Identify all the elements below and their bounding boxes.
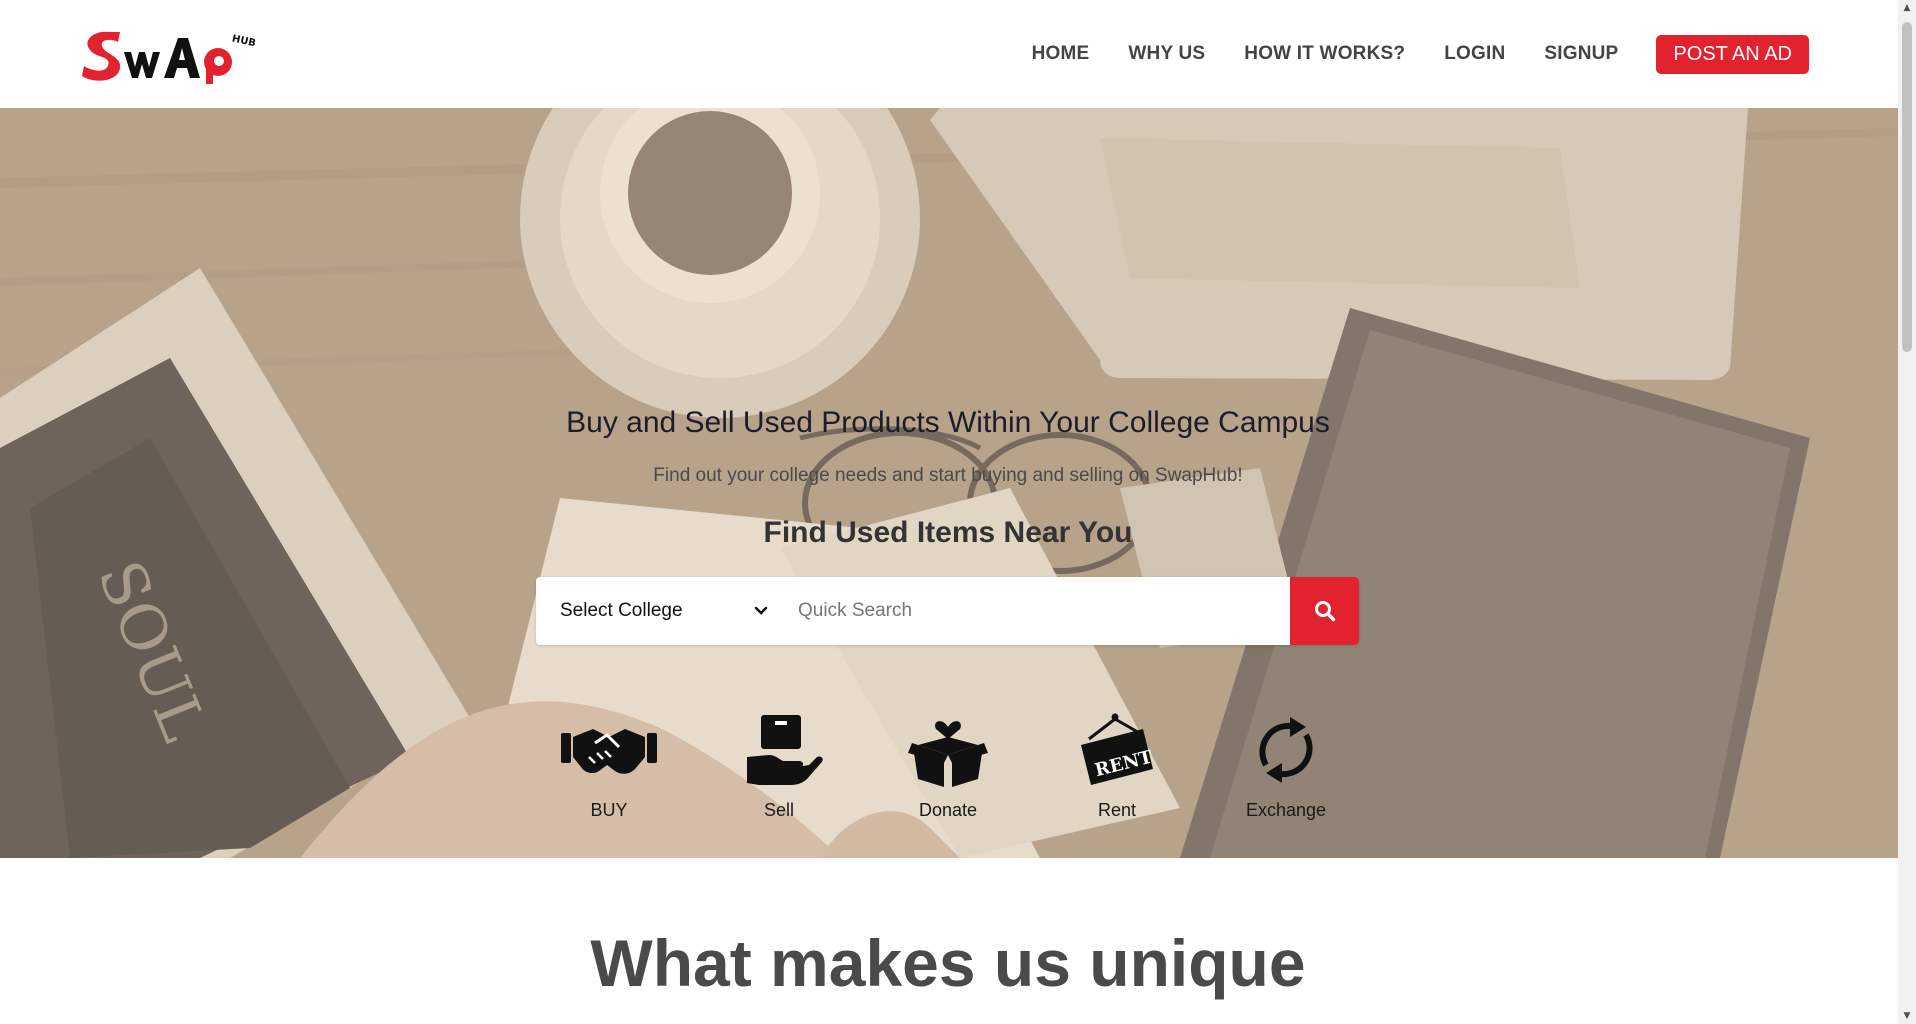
nav-how-it-works[interactable]: HOW IT WORKS? [1244, 43, 1405, 65]
exchange-arrows-icon [1259, 717, 1313, 783]
hero-title: Buy and Sell Used Products Within Your C… [566, 406, 1330, 439]
action-sell[interactable]: Sell [719, 713, 839, 821]
page-scrollbar[interactable]: ▲ ▼ [1898, 0, 1916, 1024]
action-rent-label: Rent [1097, 800, 1137, 820]
action-buy-label: BUY [590, 800, 628, 820]
scrollbar-thumb[interactable] [1902, 22, 1912, 352]
handshake-icon [561, 729, 657, 774]
college-select-value: Select College [560, 600, 683, 621]
hero-section: SOUL Buy and Sell Used Products Within Y… [0, 108, 1898, 858]
college-select[interactable]: Select College [536, 577, 786, 645]
rent-sign-icon: RENT [1081, 713, 1155, 785]
scroll-down-arrow-icon[interactable]: ▼ [1898, 1008, 1916, 1024]
nav-login[interactable]: LOGIN [1444, 43, 1505, 65]
post-ad-button[interactable]: POST AN AD [1656, 34, 1809, 74]
chevron-down-icon [754, 606, 768, 615]
swaphub-logo[interactable]: HUB [80, 26, 260, 86]
action-exchange-label: Exchange [1245, 800, 1327, 820]
search-button[interactable] [1290, 577, 1359, 645]
search-bar: Select College [536, 577, 1359, 645]
hand-box-icon [747, 715, 823, 785]
main-nav: HOME WHY US HOW IT WORKS? LOGIN SIGNUP P… [993, 34, 1809, 74]
nav-why-us[interactable]: WHY US [1128, 43, 1205, 65]
nav-home[interactable]: HOME [1032, 43, 1090, 65]
svg-text:HUB: HUB [231, 33, 257, 49]
scroll-up-arrow-icon[interactable]: ▲ [1898, 0, 1916, 16]
nav-signup[interactable]: SIGNUP [1544, 43, 1618, 65]
action-rent[interactable]: RENT Rent [1057, 713, 1177, 821]
search-icon [1314, 601, 1335, 622]
find-items-heading: Find Used Items Near You [763, 516, 1133, 549]
action-donate[interactable]: Donate [888, 713, 1008, 821]
action-sell-label: Sell [763, 800, 794, 820]
action-exchange[interactable]: Exchange [1226, 713, 1346, 821]
quick-search-input[interactable] [786, 577, 1290, 645]
hero-subtitle: Find out your college needs and start bu… [653, 465, 1243, 486]
action-donate-label: Donate [918, 800, 978, 820]
action-buy[interactable]: BUY [549, 713, 669, 821]
box-heart-icon [908, 721, 988, 787]
site-header: HUB HOME WHY US HOW IT WORKS? LOGIN SIGN… [0, 0, 1898, 108]
unique-section-title: What makes us unique [590, 926, 1306, 1000]
